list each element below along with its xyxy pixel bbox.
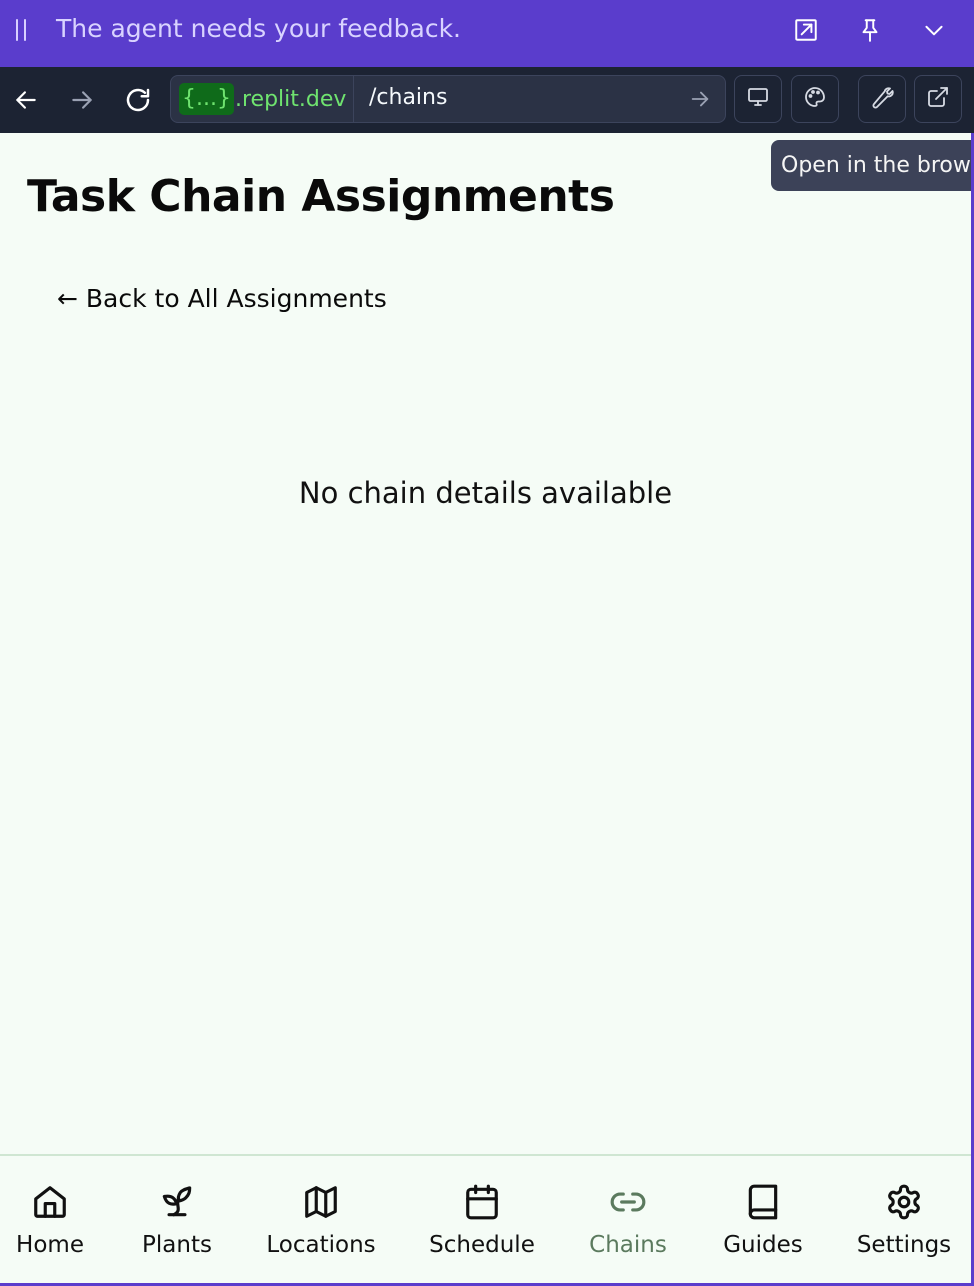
nav-item-settings[interactable]: Settings [857, 1156, 951, 1283]
back-to-assignments-link[interactable]: ← Back to All Assignments [57, 284, 387, 313]
nav-label: Home [16, 1232, 84, 1258]
book-icon [743, 1182, 783, 1222]
host-tag: {...} [179, 83, 234, 115]
expand-arrow-icon[interactable] [790, 14, 822, 46]
wrench-icon [870, 85, 894, 113]
devtools-button[interactable] [858, 75, 906, 123]
open-in-browser-button[interactable] [914, 75, 962, 123]
home-icon [30, 1182, 70, 1222]
nav-item-schedule[interactable]: Schedule [429, 1156, 535, 1283]
host-domain: .replit.dev [234, 86, 347, 112]
reload-icon[interactable] [118, 80, 158, 120]
palette-icon [803, 85, 827, 113]
nav-item-plants[interactable]: Plants [142, 1156, 212, 1283]
browser-toolbar: {...} .replit.dev /chains [0, 67, 974, 133]
go-arrow-icon[interactable] [689, 88, 711, 110]
pin-icon[interactable] [854, 14, 886, 46]
sprout-icon [157, 1182, 197, 1222]
theme-button[interactable] [791, 75, 839, 123]
banner-message: The agent needs your feedback. [56, 14, 462, 43]
agent-feedback-banner: The agent needs your feedback. [0, 0, 974, 67]
empty-state-message: No chain details available [298, 476, 673, 510]
nav-label: Chains [589, 1232, 667, 1258]
nav-item-home[interactable]: Home [16, 1156, 84, 1283]
calendar-icon [462, 1182, 502, 1222]
link-icon [608, 1182, 648, 1222]
drag-handle-icon[interactable] [16, 19, 30, 41]
nav-item-chains[interactable]: Chains [589, 1156, 667, 1283]
open-in-browser-tooltip: Open in the browser [771, 140, 974, 191]
nav-label: Locations [266, 1232, 376, 1258]
chevron-down-icon[interactable] [918, 14, 950, 46]
nav-label: Schedule [429, 1232, 535, 1258]
external-link-icon [926, 85, 950, 113]
url-divider [353, 76, 354, 122]
back-arrow-icon[interactable] [6, 80, 46, 120]
nav-item-guides[interactable]: Guides [723, 1156, 803, 1283]
nav-label: Guides [723, 1232, 803, 1258]
url-path[interactable]: /chains [369, 85, 447, 110]
nav-item-locations[interactable]: Locations [266, 1156, 376, 1283]
forward-arrow-icon[interactable] [62, 80, 102, 120]
bottom-navigation: Home Plants Locations Schedule Chains Gu… [0, 1154, 971, 1283]
device-preview-button[interactable] [734, 75, 782, 123]
nav-label: Plants [142, 1232, 212, 1258]
url-host: {...} .replit.dev [179, 82, 346, 116]
page-title: Task Chain Assignments [27, 171, 615, 222]
monitor-icon [746, 85, 770, 113]
url-bar[interactable]: {...} .replit.dev /chains [170, 75, 726, 123]
map-icon [301, 1182, 341, 1222]
gear-icon [884, 1182, 924, 1222]
page-content: Task Chain Assignments ← Back to All Ass… [0, 133, 971, 1283]
nav-label: Settings [856, 1232, 952, 1258]
